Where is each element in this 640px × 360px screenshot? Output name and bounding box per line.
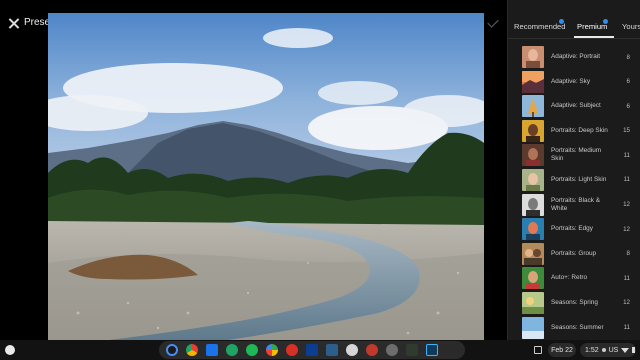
preset-list: Adaptive: Portrait 8 Adaptive: Sky 6 Ada… bbox=[508, 44, 640, 339]
preset-count: 6 bbox=[626, 78, 630, 86]
notification-icon bbox=[601, 348, 606, 352]
keyboard-region: US bbox=[608, 346, 619, 354]
app-icon[interactable] bbox=[286, 344, 298, 356]
preset-name: Portraits: Deep Skin bbox=[551, 126, 608, 134]
battery-icon bbox=[632, 347, 636, 353]
preset-count: 8 bbox=[626, 250, 630, 258]
time: 1:52 bbox=[585, 346, 599, 354]
preset-thumbnail bbox=[522, 168, 544, 191]
app-dock bbox=[159, 341, 465, 359]
app-icon[interactable] bbox=[326, 344, 338, 356]
tote-icon[interactable] bbox=[534, 346, 542, 354]
preset-count: 11 bbox=[623, 176, 630, 184]
preset-thumbnail bbox=[522, 267, 544, 290]
preset-name: Seasons: Summer bbox=[551, 323, 604, 331]
preset-item[interactable]: Adaptive: Sky 6 bbox=[508, 69, 640, 94]
preset-item[interactable]: Auto+: Retro 11 bbox=[508, 265, 640, 290]
preset-name: Portraits: Edgy bbox=[551, 225, 593, 233]
preset-thumbnail bbox=[522, 144, 544, 167]
new-badge bbox=[603, 19, 608, 24]
preset-name: Portraits: Group bbox=[551, 249, 597, 257]
preset-count: 11 bbox=[623, 274, 630, 282]
preset-thumbnail bbox=[522, 119, 544, 142]
preset-item[interactable]: Adaptive: Subject 6 bbox=[508, 93, 640, 118]
photo-preview[interactable] bbox=[48, 13, 484, 340]
photoshop-express-icon[interactable] bbox=[306, 344, 318, 356]
launcher-icon[interactable] bbox=[5, 345, 15, 355]
app-icon[interactable] bbox=[346, 344, 358, 356]
preset-count: 11 bbox=[623, 151, 630, 159]
system-shelf: Feb 22 1:52 US bbox=[0, 340, 640, 360]
tab-yours[interactable]: Yours bbox=[622, 22, 640, 31]
preset-thumbnail bbox=[522, 95, 544, 118]
preset-name: Seasons: Spring bbox=[551, 298, 598, 306]
files-icon[interactable] bbox=[206, 344, 218, 356]
close-icon[interactable] bbox=[6, 16, 22, 32]
preset-item[interactable]: Adaptive: Portrait 8 bbox=[508, 44, 640, 69]
date-chip[interactable]: Feb 22 bbox=[548, 343, 576, 357]
preset-count: 6 bbox=[626, 102, 630, 110]
preset-name: Adaptive: Subject bbox=[551, 102, 601, 110]
preset-count: 11 bbox=[623, 324, 630, 332]
preset-thumbnail bbox=[522, 242, 544, 265]
spotify-icon[interactable] bbox=[246, 344, 258, 356]
preset-name: Auto+: Retro bbox=[551, 274, 588, 282]
preset-item[interactable]: Seasons: Summer 11 bbox=[508, 315, 640, 340]
preset-item[interactable]: Portraits: Deep Skin 15 bbox=[508, 118, 640, 143]
settings-icon[interactable] bbox=[386, 344, 398, 356]
preset-item[interactable]: Portraits: Light Skin 11 bbox=[508, 167, 640, 192]
preset-count: 15 bbox=[623, 127, 630, 135]
preset-item[interactable]: Seasons: Spring 12 bbox=[508, 290, 640, 315]
launcher-circle-icon[interactable] bbox=[166, 344, 178, 356]
presets-panel: Recommended Premium Yours Adaptive: Port… bbox=[507, 0, 640, 340]
preset-tabs: Recommended Premium Yours bbox=[508, 0, 640, 39]
checkmark-icon[interactable] bbox=[487, 16, 499, 28]
tab-recommended[interactable]: Recommended bbox=[514, 22, 566, 31]
play-store-icon[interactable] bbox=[266, 344, 278, 356]
tab-divider bbox=[508, 38, 640, 39]
preset-thumbnail bbox=[522, 316, 544, 339]
lightroom-icon[interactable] bbox=[426, 344, 438, 356]
preset-thumbnail bbox=[522, 193, 544, 216]
preset-item[interactable]: Portraits: Medium Skin 11 bbox=[508, 142, 640, 167]
preset-item[interactable]: Portraits: Edgy 12 bbox=[508, 216, 640, 241]
preset-name: Adaptive: Portrait bbox=[551, 53, 601, 60]
chrome-icon[interactable] bbox=[186, 344, 198, 356]
new-badge bbox=[559, 19, 564, 24]
preset-thumbnail bbox=[522, 70, 544, 93]
preset-count: 8 bbox=[626, 53, 630, 61]
preset-count: 12 bbox=[623, 225, 630, 233]
preset-item[interactable]: Portraits: Black & White 12 bbox=[508, 192, 640, 217]
preset-name: Portraits: Light Skin bbox=[551, 175, 607, 183]
preset-name: Adaptive: Sky bbox=[551, 77, 591, 85]
preset-thumbnail bbox=[522, 218, 544, 241]
preset-item[interactable]: Portraits: Group 8 bbox=[508, 241, 640, 266]
wifi-icon bbox=[621, 347, 630, 353]
terminal-icon[interactable] bbox=[406, 344, 418, 356]
preset-thumbnail bbox=[522, 46, 544, 68]
app-icon[interactable] bbox=[366, 344, 378, 356]
preset-count: 12 bbox=[623, 299, 630, 307]
preset-thumbnail bbox=[522, 291, 544, 314]
meet-icon[interactable] bbox=[226, 344, 238, 356]
status-area[interactable]: 1:52 US bbox=[580, 343, 636, 357]
preset-name: Portraits: Black & White bbox=[551, 196, 601, 212]
preset-name: Portraits: Medium Skin bbox=[551, 147, 602, 163]
preset-count: 12 bbox=[623, 201, 630, 209]
